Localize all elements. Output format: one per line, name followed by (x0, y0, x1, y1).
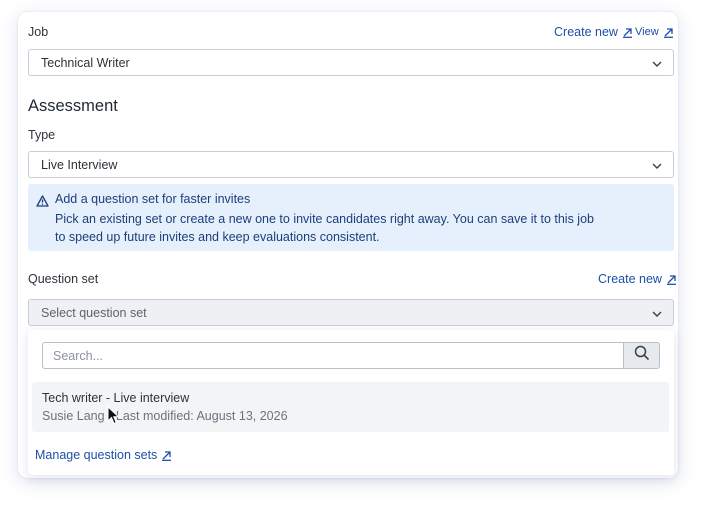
external-link-icon (622, 27, 633, 38)
assessment-title: Assessment (28, 97, 118, 115)
question-set-label: Question set (28, 272, 99, 286)
list-item[interactable]: Tech writer - Live interview Susie Lang … (32, 382, 669, 432)
job-view-link[interactable]: View (635, 26, 674, 38)
warning-icon (36, 194, 49, 207)
job-create-new-label: Create new (554, 25, 618, 39)
chevron-down-icon (651, 308, 663, 318)
external-link-icon (666, 274, 677, 285)
search-icon (634, 345, 650, 366)
external-link-icon (663, 27, 674, 38)
chevron-down-icon (651, 58, 663, 68)
manage-question-sets-label: Manage question sets (35, 448, 158, 462)
search-button[interactable] (623, 342, 660, 369)
question-set-create-new-label: Create new (598, 272, 662, 286)
job-select-value: Technical Writer (41, 55, 130, 70)
search-input[interactable] (42, 342, 624, 369)
option-meta: Susie Lang • Last modified: August 13, 2… (42, 409, 288, 423)
question-set-dropdown: Tech writer - Live interview Susie Lang … (28, 330, 674, 475)
job-select[interactable]: Technical Writer (28, 49, 674, 76)
question-set-create-new-link[interactable]: Create new (598, 272, 677, 286)
question-set-select[interactable]: Select question set (28, 299, 674, 326)
banner-body: Pick an existing set or create a new one… (55, 212, 594, 244)
mouse-cursor-icon (107, 405, 120, 425)
job-label: Job (28, 25, 49, 39)
job-create-new-link[interactable]: Create new (554, 25, 633, 39)
option-title: Tech writer - Live interview (42, 391, 190, 405)
type-label: Type (28, 128, 56, 142)
external-link-icon (161, 450, 172, 461)
type-select[interactable]: Live Interview (28, 151, 674, 178)
question-set-select-placeholder: Select question set (41, 305, 147, 320)
info-banner: Add a question set for faster invites Pi… (28, 184, 674, 251)
manage-question-sets-link[interactable]: Manage question sets (35, 448, 172, 462)
chevron-down-icon (651, 160, 663, 170)
banner-title: Add a question set for faster invites (55, 192, 251, 206)
job-view-label: View (635, 26, 659, 38)
type-select-value: Live Interview (41, 157, 118, 172)
